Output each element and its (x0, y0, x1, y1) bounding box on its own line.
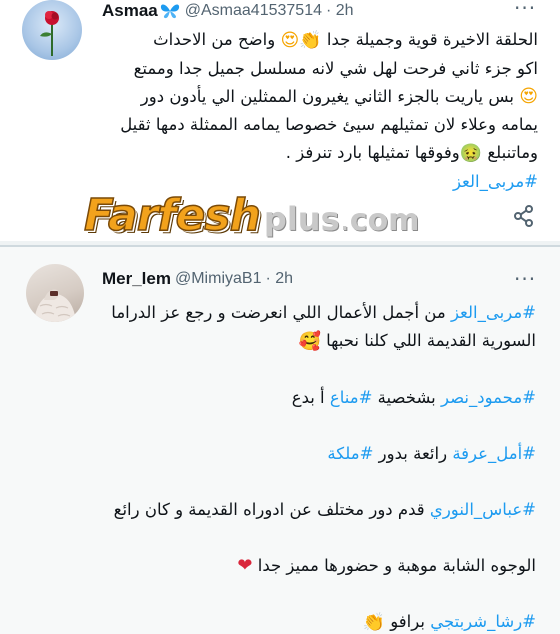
hashtag-link[interactable]: #مناع (330, 388, 373, 407)
hashtag-link[interactable]: #عباس_النوري (430, 500, 536, 519)
sick-face-emoji-icon: 🤢 (459, 142, 483, 164)
hashtag-link[interactable]: #رشا_شربتجي (430, 612, 536, 631)
red-heart-emoji-icon: ❤ (237, 555, 253, 576)
timestamp[interactable]: · 2h (265, 270, 293, 288)
clap-emoji-icon: 👏 (362, 611, 385, 633)
tweet-line: الوجوه الشابة موهبة و حضورها مميز جدا ❤ (16, 552, 536, 581)
handle[interactable]: @Asmaa41537514 (185, 2, 322, 20)
hashtag-link[interactable]: #أمل_عرفة (452, 444, 536, 463)
tweet-line: وماتنبلع 🤢وفوقها تمثيلها بارد تنرفز . (18, 139, 538, 168)
tweet-line: #محمود_نصر بشخصية #مناع أ بدع (291, 387, 536, 407)
tweet-line: #رشا_شربتجي برافو 👏 (16, 608, 536, 634)
hashtag-link[interactable]: #ملكة (327, 444, 373, 463)
more-icon[interactable]: ··· (514, 0, 536, 20)
tweet-line: #عباس_النوري قدم دور مختلف عن ادوراه الق… (113, 499, 536, 519)
butterfly-icon (160, 2, 180, 20)
display-name[interactable]: Asmaa (102, 1, 158, 21)
tweet-line: يمامه وعلاء لان تمثيلهم سيئ خصوصا يمامه … (120, 115, 538, 134)
tweet-1[interactable]: Asmaa @Asmaa41537514 · 2h ··· الحلقة الا… (0, 0, 560, 245)
handle[interactable]: @MimiyaB1 (175, 270, 261, 288)
tweet-line: اكو جزء ثاني فرحت لهل شي لانه مسلسل جميل… (133, 58, 538, 78)
smiling-face-with-hearts-emoji-icon: 🥰 (298, 330, 321, 352)
share-icon[interactable] (512, 204, 536, 228)
hashtag-link[interactable]: #محمود_نصر (441, 388, 536, 407)
hashtag-link[interactable]: #مربى_العز (451, 303, 536, 322)
display-name[interactable]: Mer_lem (102, 269, 171, 289)
farfesh-plus-watermark-logo: Farfesh plus. com (83, 189, 420, 242)
tweet-header: Mer_lem @MimiyaB1 · 2h (102, 265, 293, 293)
tweet-line: #أمل_عرفة رائعة بدور #ملكة (327, 443, 536, 463)
tweet-text: الحلقة الاخيرة قوية وجميلة جدا 👏😍 واضح م… (18, 26, 538, 196)
tweet-2[interactable]: Mer_lem @MimiyaB1 · 2h ··· #مربى_العز من… (0, 245, 560, 634)
tweet-line: الحلقة الاخيرة قوية وجميلة جدا 👏😍 واضح م… (18, 26, 538, 55)
tweet-line: #مربى_العز من أجمل الأعمال اللي انعرضت و… (111, 303, 536, 322)
more-icon[interactable]: ··· (514, 267, 536, 291)
clap-emoji-icon: 👏 (299, 29, 322, 51)
tweet-text: #مربى_العز من أجمل الأعمال اللي انعرضت و… (16, 299, 536, 634)
tweet-line: 😍 بس ياريت بالجزء الثاني يغيرون الممثلين… (18, 83, 538, 112)
heart-eyes-emoji-icon: 😍 (280, 29, 300, 51)
timestamp[interactable]: · 2h (326, 2, 354, 20)
tweet-header: Asmaa @Asmaa41537514 · 2h (102, 0, 354, 22)
tweet-line: السورية القديمة اللي كلنا نحبها 🥰 (16, 327, 536, 356)
heart-eyes-emoji-icon: 😍 (519, 86, 538, 107)
